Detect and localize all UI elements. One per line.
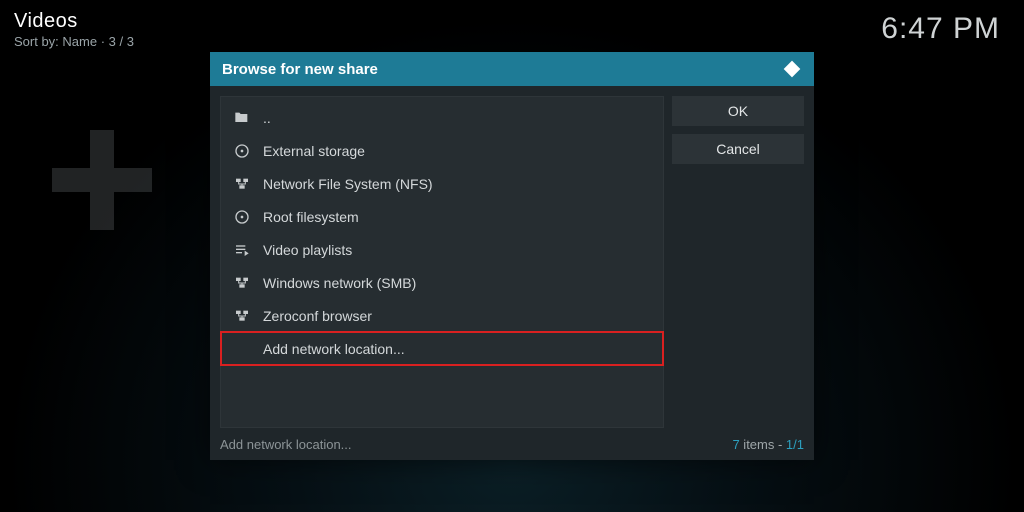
source-list-item-label: Zeroconf browser xyxy=(263,308,372,324)
source-list-item[interactable]: Network File System (NFS) xyxy=(221,167,663,200)
dialog-body: .. External storage Network File System (N… xyxy=(220,96,804,428)
source-list-item[interactable]: Root filesystem xyxy=(221,200,663,233)
source-list-item[interactable]: Add network location... xyxy=(221,332,663,365)
network-icon xyxy=(233,274,251,292)
ok-button[interactable]: OK xyxy=(672,96,804,126)
dialog-footer: Add network location... 7 items - 1/1 xyxy=(220,437,804,452)
disc-icon xyxy=(233,142,251,160)
clock: 6:47 PM xyxy=(881,12,1000,46)
none xyxy=(233,340,251,358)
item-count: 7 xyxy=(732,437,739,452)
source-list-item[interactable]: .. xyxy=(221,101,663,134)
disc-icon xyxy=(233,208,251,226)
source-list-item[interactable]: Zeroconf browser xyxy=(221,299,663,332)
source-list: .. External storage Network File System (N… xyxy=(220,96,664,428)
dialog-title: Browse for new share xyxy=(222,61,378,78)
footer-count: 7 items - 1/1 xyxy=(732,437,804,452)
item-count-label: items - xyxy=(740,437,786,452)
kodi-logo-icon xyxy=(782,59,802,79)
source-list-item[interactable]: External storage xyxy=(221,134,663,167)
add-source-tile[interactable] xyxy=(52,130,152,230)
source-list-item-label: Network File System (NFS) xyxy=(263,176,433,192)
page-indicator: 1/1 xyxy=(786,437,804,452)
page-header: Videos Sort by: Name · 3 / 3 xyxy=(14,10,134,49)
network-icon xyxy=(233,175,251,193)
network-icon xyxy=(233,307,251,325)
source-list-item-label: Windows network (SMB) xyxy=(263,275,416,291)
source-list-item[interactable]: Video playlists xyxy=(221,233,663,266)
folder-icon xyxy=(233,109,251,127)
footer-status: Add network location... xyxy=(220,437,352,452)
source-list-item-label: .. xyxy=(263,110,271,126)
page-subtitle: Sort by: Name · 3 / 3 xyxy=(14,34,134,49)
page-title: Videos xyxy=(14,10,134,33)
source-list-item[interactable]: Windows network (SMB) xyxy=(221,266,663,299)
source-list-item-label: Root filesystem xyxy=(263,209,359,225)
cancel-button[interactable]: Cancel xyxy=(672,134,804,164)
dialog-buttons: OK Cancel xyxy=(672,96,804,164)
source-list-item-label: Add network location... xyxy=(263,341,405,357)
source-list-item-label: Video playlists xyxy=(263,242,352,258)
playlist-icon xyxy=(233,241,251,259)
dialog-header: Browse for new share xyxy=(210,52,814,86)
browse-share-dialog: Browse for new share .. External storage N… xyxy=(210,52,814,460)
source-list-item-label: External storage xyxy=(263,143,365,159)
